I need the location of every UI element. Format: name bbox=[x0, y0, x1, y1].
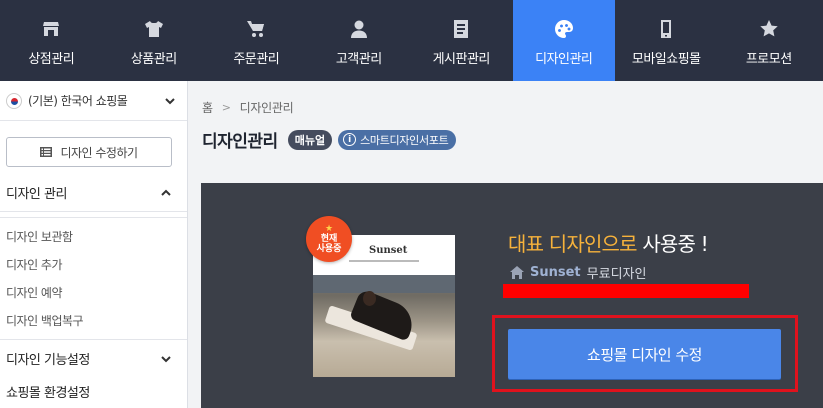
language-selector[interactable]: (기본) 한국어 쇼핑몰 bbox=[0, 81, 187, 121]
nav-label: 상점관리 bbox=[28, 52, 75, 67]
nav-customer[interactable]: 고객관리 bbox=[308, 0, 411, 81]
thumbnail-sea bbox=[313, 275, 455, 293]
page-title: 디자인관리 bbox=[202, 132, 278, 152]
badge-line1: 현재 bbox=[320, 233, 338, 244]
title-row: 디자인관리 매뉴얼 i 스마트디자인서포트 bbox=[202, 127, 457, 152]
headline-highlight: 대표 디자인으로 bbox=[508, 232, 638, 256]
chevron-down-icon bbox=[159, 352, 173, 366]
sidebar: (기본) 한국어 쇼핑몰 디자인 수정하기 디자인 관리 디자인 보관함 디자인… bbox=[0, 81, 188, 408]
nav-product[interactable]: 상품관리 bbox=[103, 0, 206, 81]
store-icon bbox=[40, 18, 62, 40]
breadcrumb-current: 디자인관리 bbox=[239, 101, 294, 115]
chevron-right-icon: > bbox=[221, 101, 231, 114]
user-icon bbox=[348, 18, 370, 40]
edit-shop-design-button[interactable]: 쇼핑몰 디자인 수정 bbox=[508, 329, 781, 379]
nav-label: 프로모션 bbox=[745, 52, 792, 67]
thumbnail-person-head bbox=[363, 291, 376, 306]
top-navigation: 상점관리 상품관리 주문관리 고객관리 게시판관리 디자인관리 모바일쇼핑몰 프… bbox=[0, 0, 823, 81]
nav-mobile[interactable]: 모바일쇼핑몰 bbox=[615, 0, 718, 81]
main-content: 홈 > 디자인관리 디자인관리 매뉴얼 i 스마트디자인서포트 Sunset ★… bbox=[188, 81, 823, 408]
nav-label: 모바일쇼핑몰 bbox=[631, 52, 701, 67]
design-name: Sunset bbox=[530, 265, 581, 280]
info-icon: i bbox=[343, 133, 357, 146]
section-design-management[interactable]: 디자인 관리 bbox=[0, 174, 187, 212]
current-in-use-badge: ★ 현재 사용중 bbox=[306, 216, 352, 262]
nav-label: 디자인관리 bbox=[535, 52, 593, 67]
section-shop-environment[interactable]: 쇼핑몰 환경설정 bbox=[0, 377, 187, 405]
chevron-up-icon bbox=[159, 186, 173, 200]
manual-button[interactable]: 매뉴얼 bbox=[287, 129, 333, 150]
language-label: (기본) 한국어 쇼핑몰 bbox=[28, 94, 128, 108]
cart-icon bbox=[245, 18, 267, 40]
mobile-icon bbox=[655, 18, 677, 40]
edit-design-button[interactable]: 디자인 수정하기 bbox=[6, 137, 172, 167]
list-icon bbox=[40, 147, 53, 157]
nav-label: 게시판관리 bbox=[432, 52, 491, 67]
nav-label: 상품관리 bbox=[130, 52, 177, 67]
nav-store[interactable]: 상점관리 bbox=[0, 0, 103, 81]
nav-board[interactable]: 게시판관리 bbox=[410, 0, 513, 81]
board-icon bbox=[450, 18, 472, 40]
nav-design[interactable]: 디자인관리 bbox=[512, 0, 615, 81]
star-icon: ★ bbox=[324, 223, 334, 234]
sidebar-item-design-reservation[interactable]: 디자인 예약 bbox=[0, 278, 187, 306]
breadcrumb-home[interactable]: 홈 bbox=[202, 99, 213, 116]
admin-page: 상점관리 상품관리 주문관리 고객관리 게시판관리 디자인관리 모바일쇼핑몰 프… bbox=[0, 0, 823, 408]
nav-promotion[interactable]: 프로모션 bbox=[718, 0, 821, 81]
breadcrumb: 홈 > 디자인관리 bbox=[202, 99, 294, 116]
section-title: 디자인 기능설정 bbox=[6, 353, 90, 368]
edit-design-label: 디자인 수정하기 bbox=[60, 145, 138, 160]
design-menu-list: 디자인 보관함 디자인 추가 디자인 예약 디자인 백업복구 bbox=[0, 222, 187, 334]
chevron-down-icon bbox=[163, 94, 177, 108]
design-name-row: Sunset 무료디자인 bbox=[510, 263, 646, 282]
section-title: 디자인 관리 bbox=[6, 187, 67, 202]
smart-design-support-button[interactable]: i 스마트디자인서포트 bbox=[338, 129, 457, 150]
star-icon bbox=[758, 18, 780, 40]
thumbnail-menu bbox=[349, 260, 419, 262]
home-icon bbox=[510, 266, 524, 279]
sidebar-item-design-storage[interactable]: 디자인 보관함 bbox=[0, 222, 187, 250]
palette-icon bbox=[553, 18, 575, 40]
badge-line2: 사용중 bbox=[316, 243, 342, 254]
thumbnail-logo: Sunset bbox=[369, 245, 408, 256]
sidebar-item-design-backup[interactable]: 디자인 백업복구 bbox=[0, 306, 187, 334]
headline-rest: 사용중 ! bbox=[636, 232, 708, 256]
korea-flag-icon bbox=[6, 92, 22, 109]
nav-label: 주문관리 bbox=[233, 52, 280, 67]
shirt-icon bbox=[143, 18, 165, 40]
section-design-features[interactable]: 디자인 기능설정 bbox=[0, 339, 187, 377]
sidebar-item-design-add[interactable]: 디자인 추가 bbox=[0, 250, 187, 278]
support-label: 스마트디자인서포트 bbox=[360, 133, 449, 147]
panel-headline: 대표 디자인으로 사용중 ! bbox=[508, 228, 709, 257]
redaction-bar bbox=[503, 284, 749, 298]
nav-order[interactable]: 주문관리 bbox=[205, 0, 308, 81]
design-type: 무료디자인 bbox=[586, 267, 647, 282]
nav-label: 고객관리 bbox=[335, 52, 382, 67]
current-design-panel: Sunset ★ 현재 사용중 대표 디자인으로 사용중 ! Sunset 무료… bbox=[201, 183, 823, 408]
